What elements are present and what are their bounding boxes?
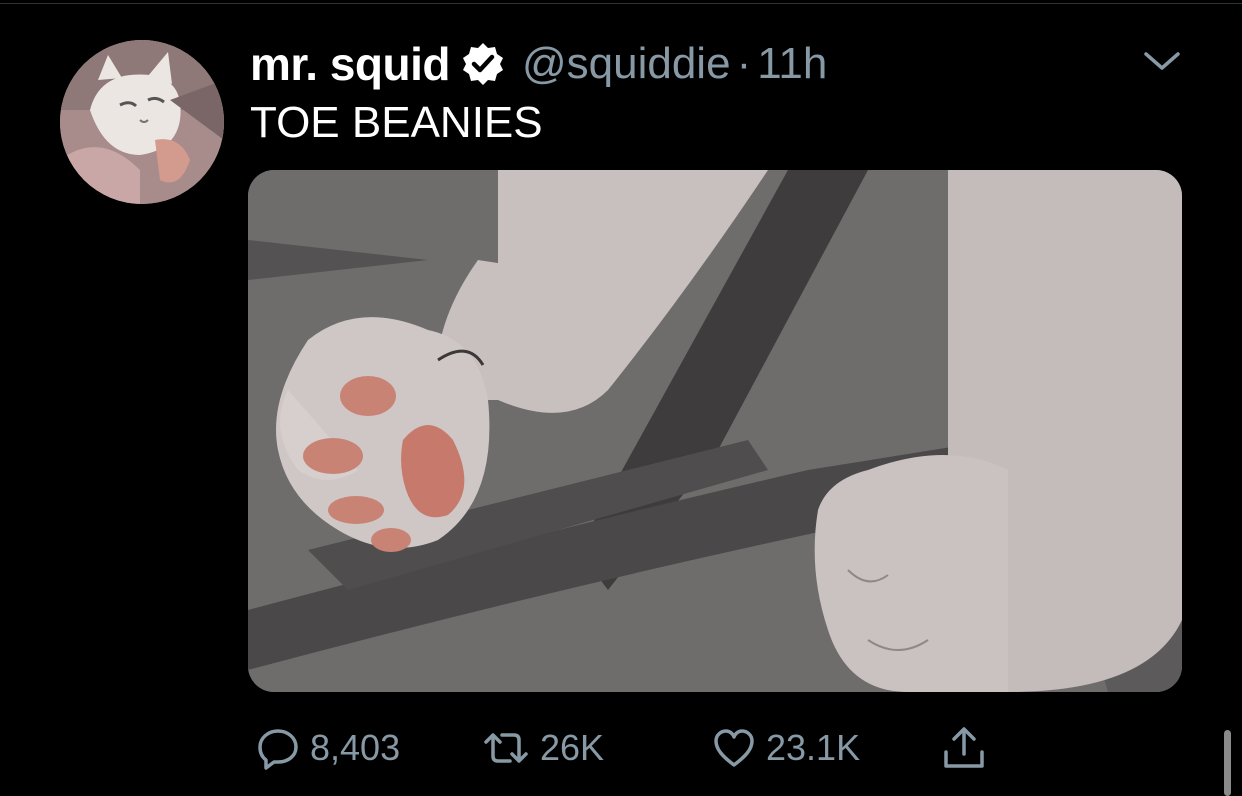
share-button[interactable] xyxy=(942,718,986,778)
like-button[interactable]: 23.1K xyxy=(712,718,860,778)
avatar-image xyxy=(60,40,224,204)
tweet-header: mr. squid @squiddie · 11h xyxy=(250,34,827,94)
tweet[interactable]: mr. squid @squiddie · 11h TOE BEANIES 8,… xyxy=(0,0,1242,796)
chevron-down-icon[interactable] xyxy=(1140,46,1184,76)
reply-button[interactable]: 8,403 xyxy=(256,718,400,778)
cat-paws-illustration xyxy=(248,170,1182,692)
action-bar: 8,403 26K 23.1K xyxy=(0,718,1242,778)
heart-icon xyxy=(712,726,756,770)
scrollbar[interactable] xyxy=(1224,730,1231,796)
avatar[interactable] xyxy=(60,40,224,204)
reply-count: 8,403 xyxy=(310,727,401,768)
retweet-count: 26K xyxy=(540,727,605,768)
reply-icon xyxy=(256,726,300,770)
retweet-button[interactable]: 26K xyxy=(480,718,604,778)
share-icon xyxy=(942,726,986,770)
like-count: 23.1K xyxy=(766,727,861,768)
tweet-media-image[interactable] xyxy=(248,170,1182,692)
retweet-icon xyxy=(480,726,528,770)
handle[interactable]: @squiddie xyxy=(522,39,731,89)
display-name[interactable]: mr. squid xyxy=(250,37,450,91)
separator-dot: · xyxy=(736,39,752,88)
tweet-text: TOE BEANIES xyxy=(250,98,543,147)
timestamp[interactable]: 11h xyxy=(757,39,827,89)
verified-badge-icon xyxy=(460,41,506,87)
